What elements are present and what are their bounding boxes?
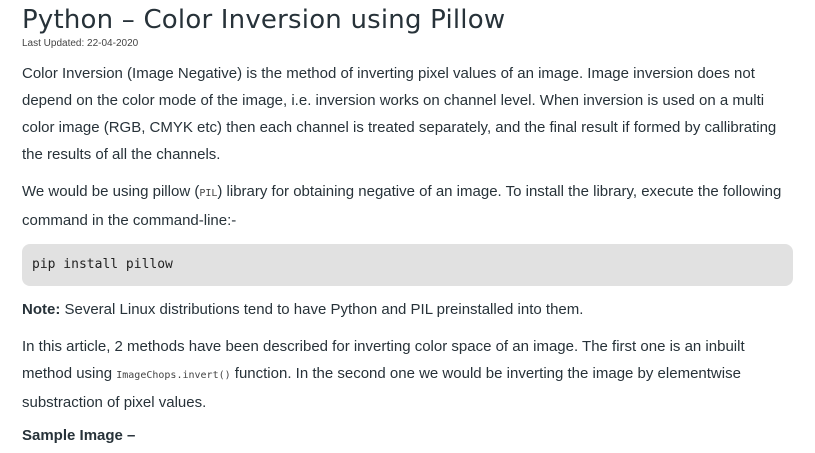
intro-paragraph: Color Inversion (Image Negative) is the … xyxy=(22,65,777,163)
sample-image-heading: Sample Image – xyxy=(22,427,136,444)
methods-paragraph: In this article, 2 methods have been des… xyxy=(22,333,793,416)
inline-code-invert: ImageChops.invert() xyxy=(116,370,231,381)
note-paragraph: Note: Several Linux distributions tend t… xyxy=(22,296,793,323)
article: Python – Color Inversion using Pillow La… xyxy=(0,4,815,453)
note-text: Several Linux distributions tend to have… xyxy=(60,301,584,318)
code-block: pip install pillow xyxy=(22,244,793,286)
install-text-before: We would be using pillow ( xyxy=(22,183,200,200)
page-title: Python – Color Inversion using Pillow xyxy=(22,5,506,35)
last-updated: Last Updated: 22-04-2020 xyxy=(22,38,139,49)
install-paragraph: We would be using pillow (PIL) library f… xyxy=(22,178,793,234)
note-label: Note: xyxy=(22,301,61,318)
inline-code-pil: PIL xyxy=(199,188,218,199)
